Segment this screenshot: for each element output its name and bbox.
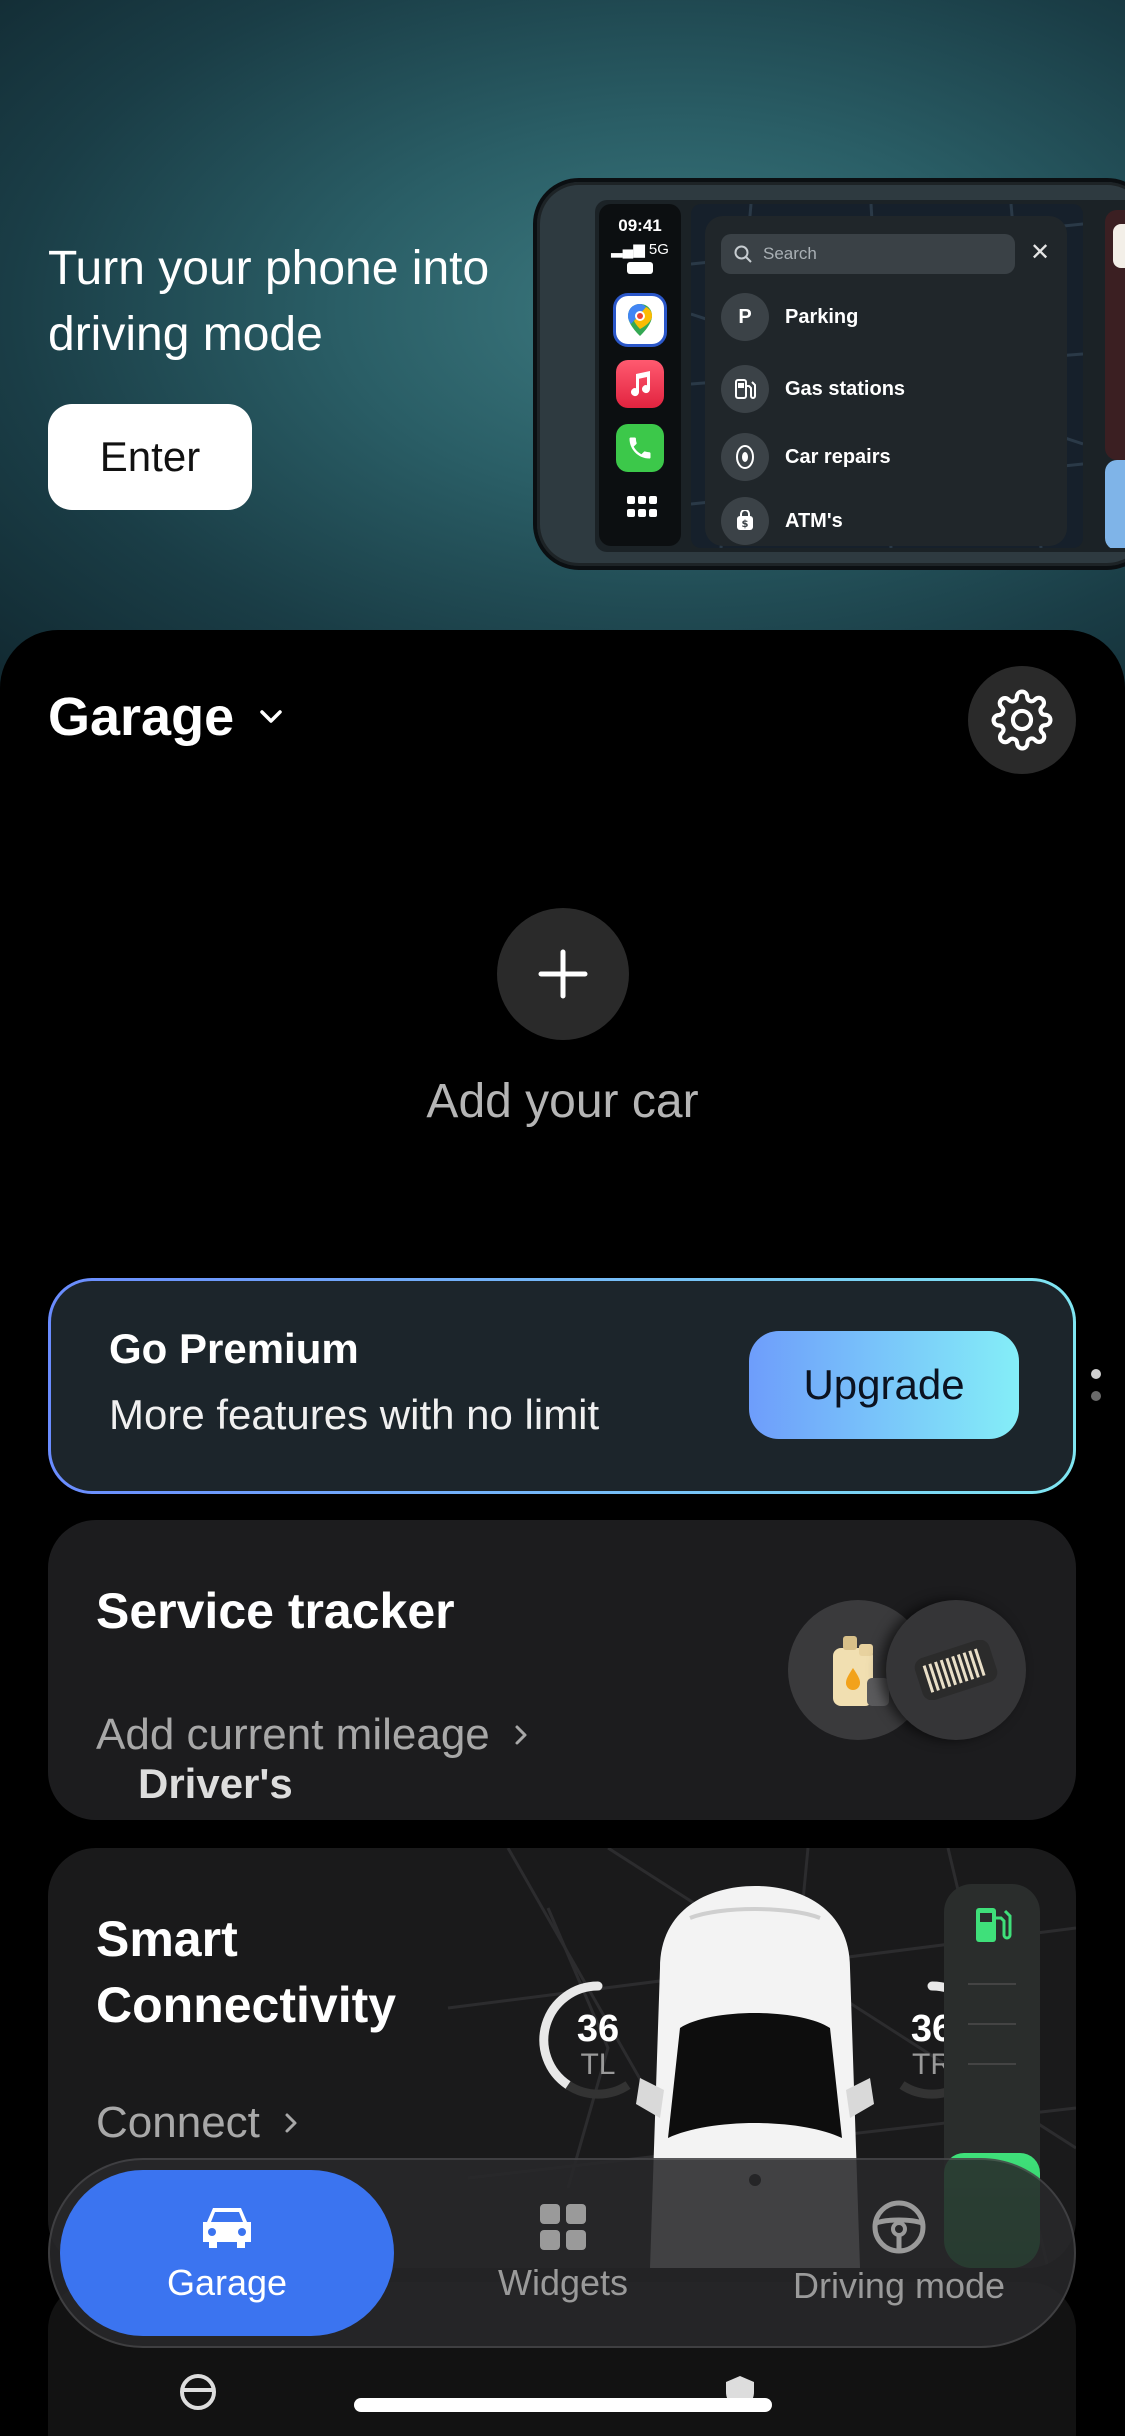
search-icon bbox=[734, 245, 752, 263]
premium-title: Go Premium bbox=[109, 1325, 359, 1372]
page-title: Garage bbox=[48, 687, 235, 747]
home-indicator[interactable] bbox=[354, 2398, 772, 2412]
page-indicator-dots bbox=[1091, 1369, 1101, 1401]
mockup-item-label: Parking bbox=[785, 305, 859, 328]
air-filter-icon bbox=[886, 1600, 1026, 1740]
chevron-right-icon bbox=[285, 2113, 297, 2133]
add-car-button[interactable] bbox=[497, 908, 629, 1040]
tab-label: Driving mode bbox=[792, 2265, 1006, 2306]
mockup-search-panel: Search ✕ P Parking Gas stations Car repa… bbox=[705, 216, 1067, 546]
upgrade-button[interactable]: Upgrade bbox=[749, 1331, 1019, 1439]
tire-icon bbox=[721, 433, 769, 481]
gas-station-icon bbox=[721, 365, 769, 413]
settings-button[interactable] bbox=[968, 666, 1076, 774]
mockup-item-parking: P Parking bbox=[721, 292, 1051, 342]
phone-app-icon bbox=[616, 424, 664, 472]
phone-mockup: 09:41 ▂▄▆ 5G Search ✕ P Parking Gas stat… bbox=[533, 178, 1125, 570]
mockup-item-label: Car repairs bbox=[785, 445, 891, 468]
music-app-icon bbox=[616, 360, 664, 408]
mockup-search-placeholder: Search bbox=[763, 244, 817, 263]
banner-title: Turn your phone into driving mode bbox=[48, 242, 490, 361]
add-mileage-link[interactable]: Add current mileage bbox=[96, 1710, 532, 1760]
mockup-item-label: ATM's bbox=[785, 509, 843, 532]
chevron-right-icon bbox=[515, 1725, 527, 1745]
smart-connectivity-title: Smart Connectivity bbox=[96, 1911, 397, 2033]
fuel-level-ticks bbox=[968, 1983, 1016, 2065]
chevron-down-icon bbox=[260, 710, 282, 723]
tab-garage[interactable]: Garage bbox=[60, 2170, 394, 2336]
bottom-tab-bar: Garage Widgets Driving mode bbox=[48, 2158, 1076, 2348]
add-mileage-label: Add current mileage bbox=[96, 1710, 490, 1759]
mockup-screen: 09:41 ▂▄▆ 5G Search ✕ P Parking Gas stat… bbox=[595, 200, 1125, 552]
add-car-label: Add your car bbox=[426, 1075, 699, 1128]
mockup-time: 09:41 bbox=[618, 216, 662, 235]
car-icon bbox=[203, 2208, 251, 2248]
premium-subtitle: More features with no limit bbox=[109, 1391, 600, 1438]
grid-icon bbox=[540, 2204, 586, 2250]
tab-driving-mode[interactable]: Driving mode bbox=[732, 2170, 1066, 2336]
premium-card[interactable]: Go Premium More features with no limit U… bbox=[48, 1278, 1076, 1494]
svg-text:$: $ bbox=[742, 519, 749, 530]
battery-icon bbox=[627, 262, 653, 274]
service-tracker-title: Service tracker bbox=[96, 1583, 455, 1639]
plus-icon bbox=[538, 949, 588, 999]
connect-link[interactable]: Connect bbox=[96, 2098, 302, 2148]
mockup-dock: 09:41 ▂▄▆ 5G bbox=[599, 204, 681, 546]
mockup-search-field: Search bbox=[721, 234, 1015, 274]
mockup-side-widgets bbox=[1095, 204, 1125, 550]
signal-bars-icon: ▂▄▆ bbox=[611, 241, 645, 258]
tab-label: Widgets bbox=[497, 2262, 629, 2303]
steering-wheel-icon bbox=[872, 2200, 926, 2254]
parking-icon: P bbox=[721, 293, 769, 341]
connect-label: Connect bbox=[96, 2098, 260, 2147]
tab-label: Garage bbox=[166, 2262, 288, 2303]
garage-selector[interactable]: Garage bbox=[48, 686, 286, 748]
driving-mode-banner: Turn your phone into driving mode Enter … bbox=[0, 0, 1125, 690]
enter-button[interactable]: Enter bbox=[48, 404, 252, 510]
gear-icon bbox=[991, 689, 1053, 751]
mockup-item-atm: $ ATM's bbox=[721, 496, 1051, 546]
mockup-item-gas: Gas stations bbox=[721, 364, 1051, 414]
mockup-network: 5G bbox=[648, 241, 669, 258]
mockup-item-repairs: Car repairs bbox=[721, 432, 1051, 482]
mockup-item-label: Gas stations bbox=[785, 377, 906, 400]
close-icon: ✕ bbox=[1029, 239, 1051, 266]
tab-widgets[interactable]: Widgets bbox=[396, 2170, 730, 2336]
atm-icon: $ bbox=[721, 497, 769, 545]
steering-wheel-icon bbox=[180, 2374, 216, 2410]
peek-card-label: Driver's bbox=[138, 1760, 293, 1807]
fuel-pump-icon bbox=[976, 1908, 1012, 1942]
maps-app-icon bbox=[616, 296, 664, 344]
mockup-signal: ▂▄▆ 5G bbox=[599, 240, 681, 258]
app-grid-icon bbox=[627, 496, 657, 517]
